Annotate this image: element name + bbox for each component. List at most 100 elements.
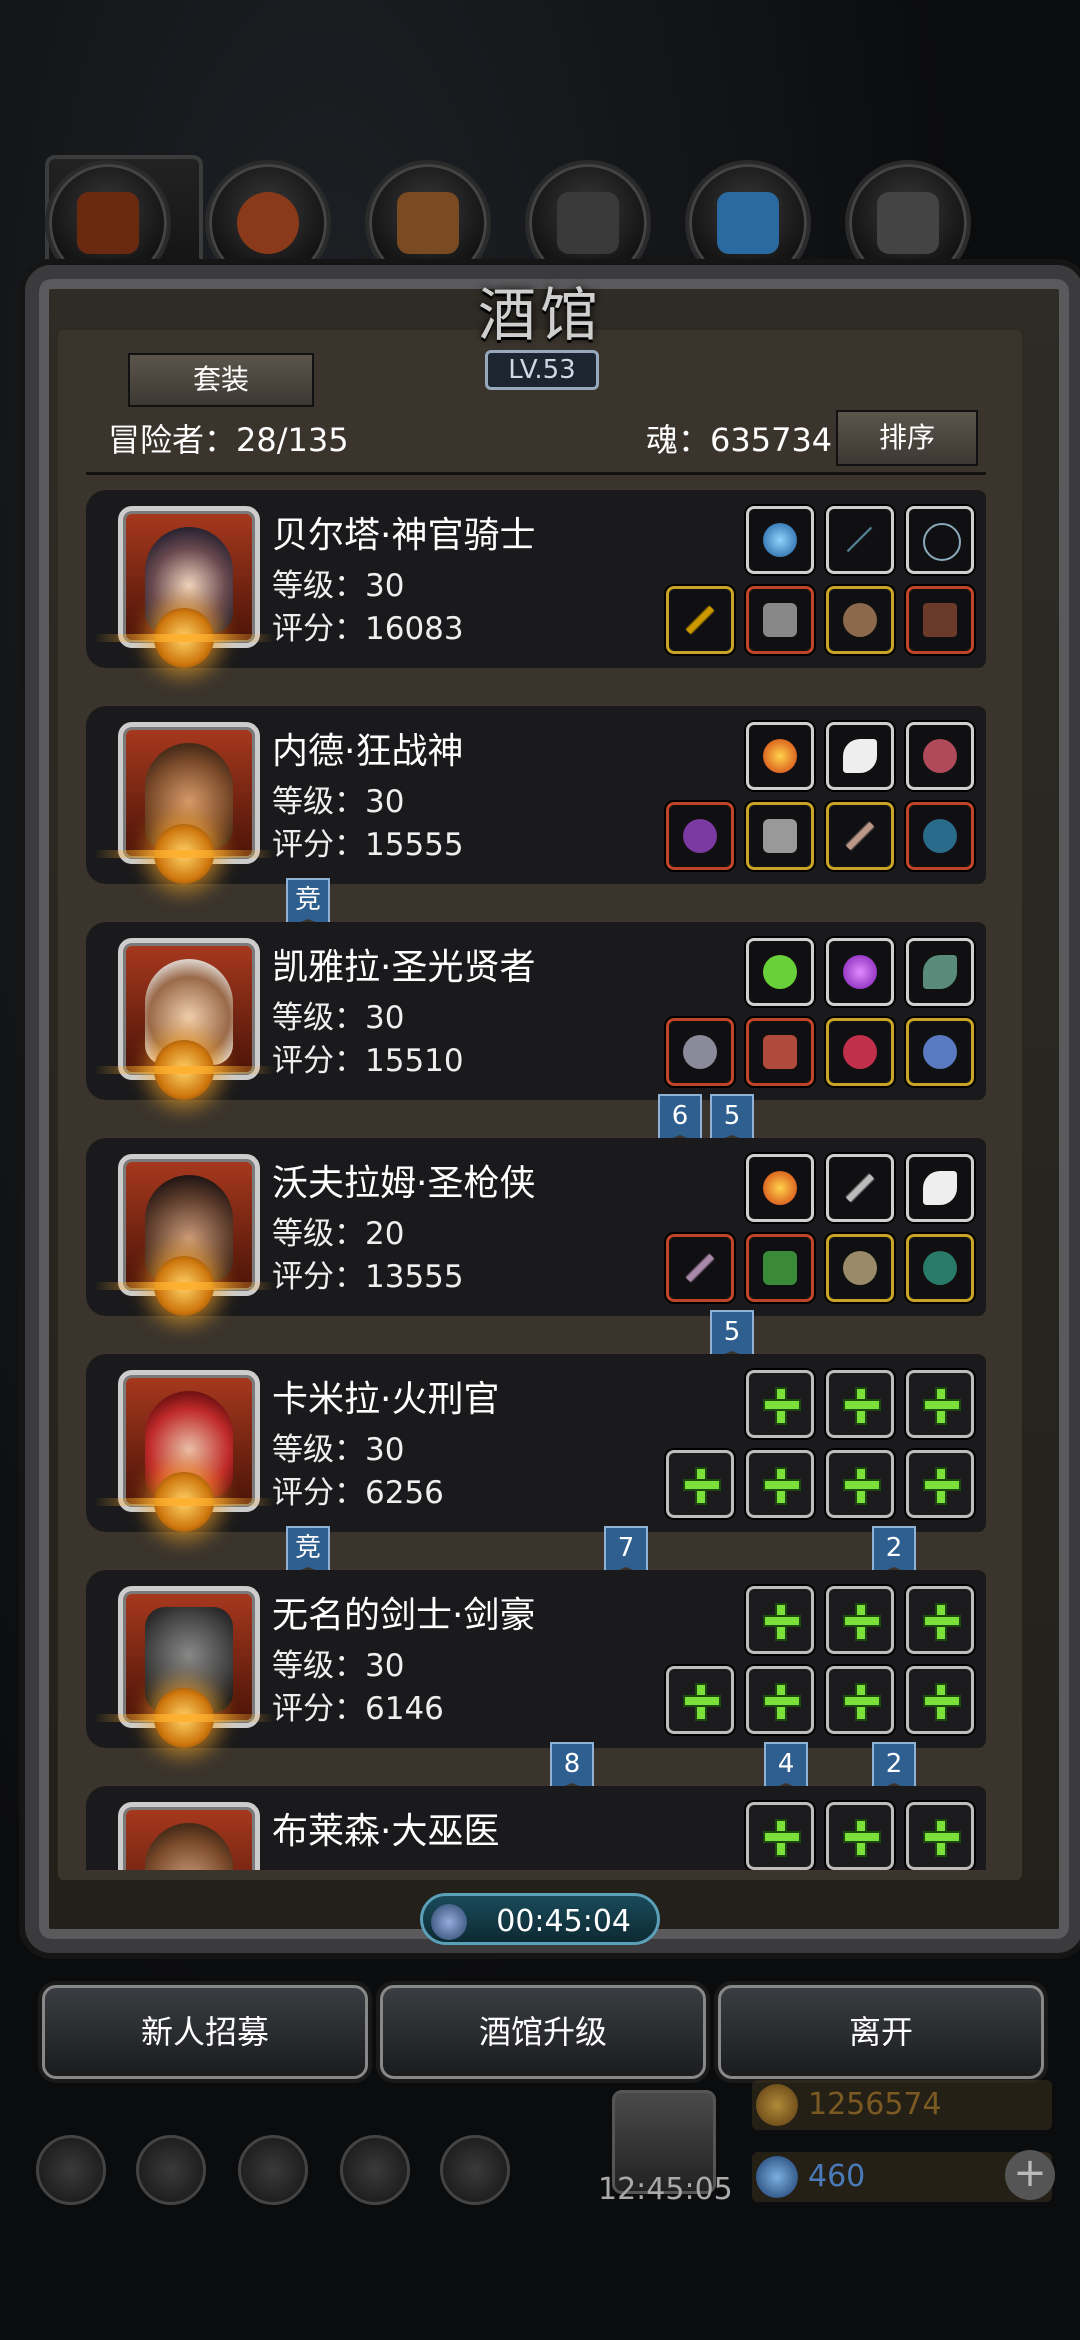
hero-card[interactable]: 贝尔塔·神官骑士 等级：30 评分：16083 [86, 490, 986, 668]
add-slot-icon[interactable] [906, 1450, 974, 1518]
add-slot-icon[interactable] [906, 1666, 974, 1734]
robe-icon[interactable] [746, 1018, 814, 1086]
add-slot-icon[interactable] [746, 1802, 814, 1870]
ribbon-badge: 2 [872, 1526, 916, 1576]
ribbon-badge: 竞 [286, 878, 330, 928]
hero-score: 评分：13555 [272, 1259, 464, 1295]
star-rank-icon [94, 1256, 274, 1316]
hero-level: 等级：30 [272, 1000, 405, 1036]
hero-card[interactable]: 无名的剑士·剑豪 等级：30 评分：6146 [86, 1570, 986, 1748]
category-tabs [45, 155, 1035, 313]
suit-button[interactable]: 套装 [128, 353, 314, 407]
sword-icon[interactable] [826, 802, 894, 870]
add-gem-button[interactable]: + [1005, 2150, 1055, 2200]
gold-counter: 1256574 [752, 2080, 1052, 2130]
book-icon[interactable] [906, 586, 974, 654]
hero-level: 等级：30 [272, 1648, 405, 1684]
add-slot-icon[interactable] [906, 1586, 974, 1654]
ring-icon[interactable] [906, 722, 974, 790]
hero-level: 等级：30 [272, 568, 405, 604]
hero-name: 凯雅拉·圣光贤者 [272, 947, 536, 988]
add-slot-icon[interactable] [746, 1586, 814, 1654]
box-icon[interactable] [440, 2135, 510, 2205]
hero-level: 等级：30 [272, 1432, 405, 1468]
divider [86, 472, 986, 475]
adventurer-count: 冒险者：28/135 [108, 421, 349, 459]
hammer-icon[interactable] [666, 1018, 734, 1086]
hero-name: 沃夫拉姆·圣枪侠 [272, 1163, 536, 1204]
skull-icon[interactable] [826, 1234, 894, 1302]
staff-icon[interactable] [666, 802, 734, 870]
star-rank-icon [94, 608, 274, 668]
hero-name: 内德·狂战神 [272, 731, 464, 772]
add-slot-icon[interactable] [826, 1666, 894, 1734]
add-slot-icon[interactable] [826, 1370, 894, 1438]
hero-score: 评分：6256 [272, 1475, 444, 1511]
soul-counter: 魂：635734 [646, 421, 833, 459]
pendant-icon[interactable] [906, 1018, 974, 1086]
star-menu-icon[interactable] [136, 2135, 206, 2205]
leave-button[interactable]: 离开 [718, 1985, 1044, 2079]
add-slot-icon[interactable] [906, 1802, 974, 1870]
ribbon-badge: 6 [658, 1094, 702, 1144]
gem-value: 460 [808, 2159, 866, 2194]
hero-portrait [118, 1802, 260, 1870]
refresh-timer: 00:45:04 [420, 1893, 660, 1945]
hero-card[interactable]: 沃夫拉姆·圣枪侠 等级：20 评分：13555 [86, 1138, 986, 1316]
gauntlet-icon[interactable] [906, 802, 974, 870]
add-slot-icon[interactable] [746, 1666, 814, 1734]
hero-name: 无名的剑士·剑豪 [272, 1595, 536, 1636]
ribbon-badge: 4 [764, 1742, 808, 1792]
mail-icon[interactable] [340, 2135, 410, 2205]
star-rank-icon [94, 1040, 274, 1100]
gold-icon [756, 2084, 798, 2126]
hero-score: 评分：16083 [272, 611, 464, 647]
armor-icon[interactable] [746, 586, 814, 654]
leaf-icon[interactable] [906, 938, 974, 1006]
hero-card[interactable]: 卡米拉·火刑官 等级：30 评分：6256 [86, 1354, 986, 1532]
bow-icon[interactable] [826, 506, 894, 574]
hero-name: 布莱森·大巫医 [272, 1811, 500, 1852]
green-armor-icon[interactable] [746, 1234, 814, 1302]
hero-card[interactable]: 内德·狂战神 等级：30 评分：15555 [86, 706, 986, 884]
add-slot-icon[interactable] [826, 1586, 894, 1654]
add-slot-icon[interactable] [666, 1450, 734, 1518]
upgrade-tavern-button[interactable]: 酒馆升级 [380, 1985, 706, 2079]
purple-gem-icon[interactable] [826, 938, 894, 1006]
mask-icon[interactable] [826, 586, 894, 654]
lance-icon[interactable] [666, 1234, 734, 1302]
heart-amulet-icon[interactable] [826, 1018, 894, 1086]
add-slot-icon[interactable] [746, 1450, 814, 1518]
fire-icon[interactable] [746, 722, 814, 790]
hero-score: 评分：6146 [272, 1691, 444, 1727]
dagger-icon[interactable] [826, 1154, 894, 1222]
add-slot-icon[interactable] [746, 1370, 814, 1438]
sort-button[interactable]: 排序 [836, 410, 978, 466]
map-icon[interactable] [238, 2135, 308, 2205]
armor-icon[interactable] [746, 802, 814, 870]
ribbon-badge: 5 [710, 1310, 754, 1360]
settings-icon[interactable] [36, 2135, 106, 2205]
hero-card[interactable]: 布莱森·大巫医 [86, 1786, 986, 1870]
ribbon-badge: 竞 [286, 1526, 330, 1576]
feather-icon[interactable] [826, 722, 894, 790]
bracer-icon[interactable] [906, 1234, 974, 1302]
feather-icon[interactable] [906, 1154, 974, 1222]
spear-icon[interactable] [666, 586, 734, 654]
add-slot-icon[interactable] [826, 1450, 894, 1518]
ribbon-badge: 8 [550, 1742, 594, 1792]
gold-value: 1256574 [808, 2087, 942, 2122]
fire-icon[interactable] [746, 1154, 814, 1222]
hero-card[interactable]: 凯雅拉·圣光贤者 等级：30 评分：15510 [86, 922, 986, 1100]
add-slot-icon[interactable] [826, 1802, 894, 1870]
recruit-button[interactable]: 新人招募 [42, 1985, 368, 2079]
page-title: 酒馆 [477, 281, 602, 349]
necklace-icon[interactable] [906, 506, 974, 574]
add-slot-icon[interactable] [906, 1370, 974, 1438]
hero-level: 等级：20 [272, 1216, 405, 1252]
add-slot-icon[interactable] [666, 1666, 734, 1734]
hero-list[interactable]: 贝尔塔·神官骑士 等级：30 评分：16083 内德·狂战神 等级：30 评分：… [86, 490, 986, 1870]
orb-icon[interactable] [746, 506, 814, 574]
timer-text: 00:45:04 [496, 1904, 631, 1939]
green-crystal-icon[interactable] [746, 938, 814, 1006]
